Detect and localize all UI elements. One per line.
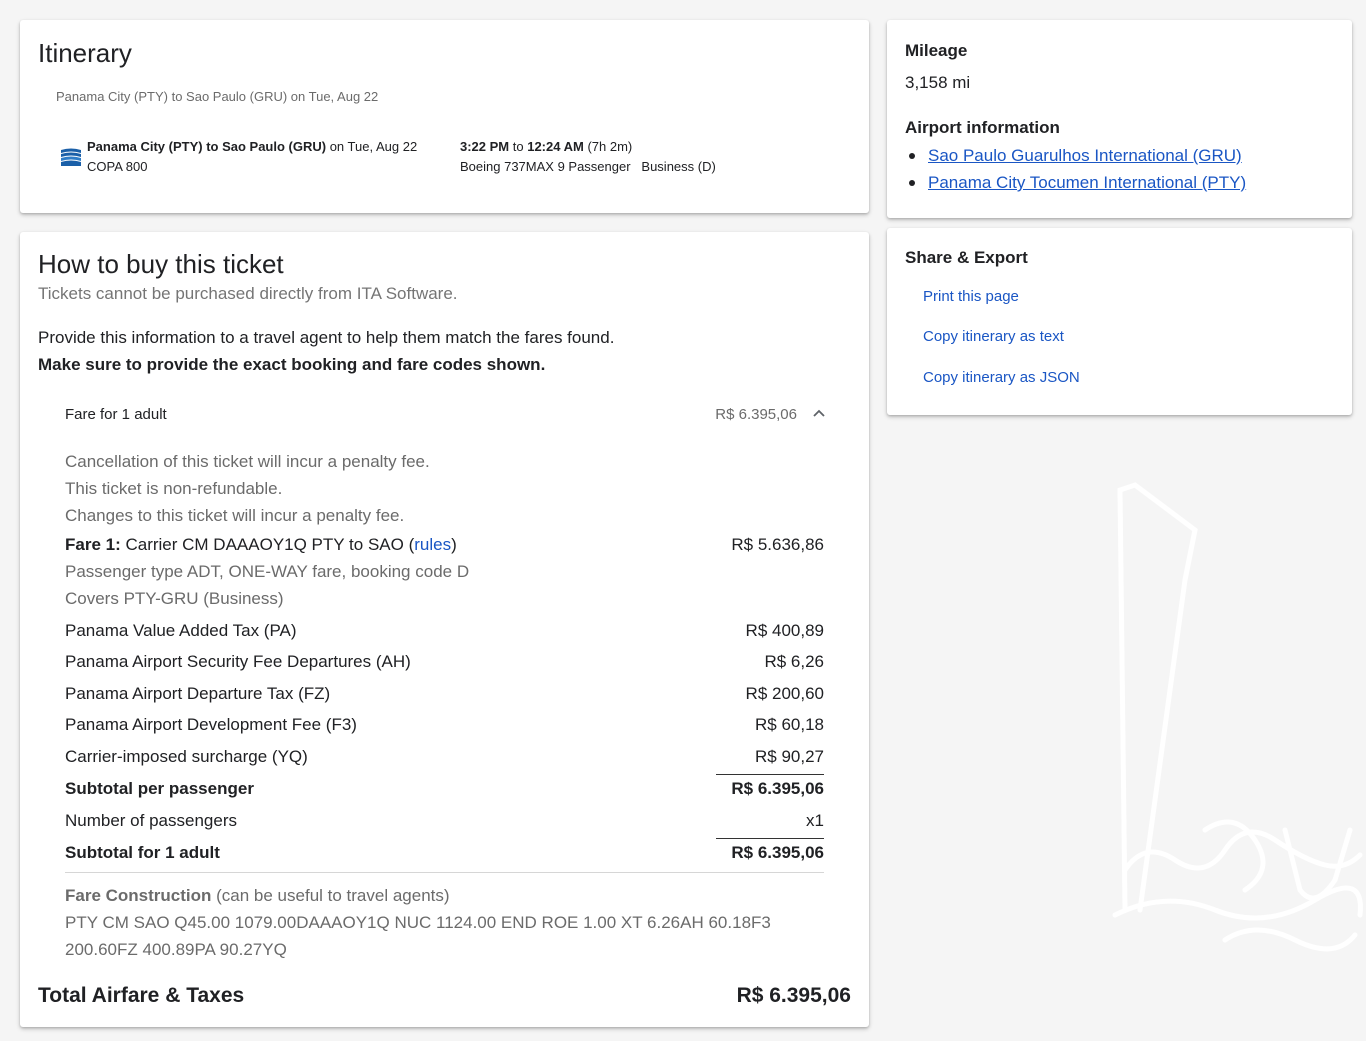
segment-route-cities: Panama City (PTY) to Sao Paulo (GRU) bbox=[87, 139, 327, 154]
share-export-title: Share & Export bbox=[905, 248, 1028, 267]
passenger-count-value: x1 bbox=[806, 811, 824, 830]
fare-construction-label: Fare Construction (can be useful to trav… bbox=[65, 886, 450, 906]
fare-construction-divider bbox=[65, 872, 824, 873]
airport-list: Sao Paulo Guarulhos International (GRU) … bbox=[905, 146, 1246, 200]
bullet-icon bbox=[909, 180, 915, 186]
segment-route-date: on Tue, Aug 22 bbox=[326, 139, 418, 154]
mileage-card: Mileage 3,158 mi Airport information Sao… bbox=[887, 20, 1352, 218]
fare-1-label-bold: Fare 1: bbox=[65, 535, 121, 554]
fare-construction-line-text: PTY CM SAO Q45.00 1079.00DAAAOY1Q NUC 11… bbox=[65, 913, 771, 932]
fare-rules-link[interactable]: rules bbox=[414, 535, 451, 554]
fare-header-amount[interactable]: R$ 6.395,06 bbox=[715, 406, 797, 423]
fare-construction-label-bold: Fare Construction bbox=[65, 886, 212, 905]
tax-label: Panama Airport Security Fee Departures (… bbox=[65, 652, 411, 671]
copa-airlines-logo-icon bbox=[60, 146, 82, 168]
subtotal-adult-amount: R$ 6.395,06 bbox=[731, 843, 824, 862]
chevron-up-icon[interactable] bbox=[812, 406, 826, 420]
fare-condition-text: Changes to this ticket will incur a pena… bbox=[65, 506, 405, 525]
airport-list-item: Panama City Tocumen International (PTY) bbox=[905, 173, 1246, 200]
how-to-buy-card: How to buy this ticket Tickets cannot be… bbox=[20, 232, 869, 1027]
airport-link-gru[interactable]: Sao Paulo Guarulhos International (GRU) bbox=[928, 146, 1242, 165]
fare-condition-text: Cancellation of this ticket will incur a… bbox=[65, 452, 430, 471]
segment-cabin: Business (D) bbox=[641, 159, 716, 174]
segment-depart-time: 3:22 PM bbox=[460, 139, 510, 154]
fare-1-label-text: Carrier CM DAAAOY1Q PTY to SAO ( bbox=[120, 535, 415, 554]
tax-amount: R$ 90,27 bbox=[755, 747, 824, 766]
segment-aircraft: Boeing 737MAX 9 Passenger bbox=[460, 159, 631, 174]
subtotal-per-passenger-amount: R$ 6.395,06 bbox=[731, 779, 824, 798]
fare-1-label-end: ) bbox=[451, 535, 457, 554]
how-to-buy-info: Provide this information to a travel age… bbox=[38, 328, 615, 347]
fare-1-detail-text: Passenger type ADT, ONE-WAY fare, bookin… bbox=[65, 562, 470, 581]
fare-1-label: Fare 1: Carrier CM DAAAOY1Q PTY to SAO (… bbox=[65, 535, 457, 555]
airport-link-pty[interactable]: Panama City Tocumen International (PTY) bbox=[928, 173, 1246, 192]
segment-flight-number: COPA 800 bbox=[87, 159, 148, 174]
subtotal-per-passenger-label: Subtotal per passenger bbox=[65, 779, 254, 798]
fare-header-label[interactable]: Fare for 1 adult bbox=[65, 406, 167, 423]
total-airfare-label: Total Airfare & Taxes bbox=[38, 984, 245, 1007]
segment-duration: (7h 2m) bbox=[583, 139, 633, 154]
segment-aircraft-cabin: Boeing 737MAX 9 Passenger Business (D) bbox=[460, 159, 716, 174]
tax-label: Panama Value Added Tax (PA) bbox=[65, 621, 297, 640]
passenger-count-label: Number of passengers bbox=[65, 811, 237, 830]
itinerary-card: Itinerary Panama City (PTY) to Sao Paulo… bbox=[20, 20, 869, 213]
fare-1-detail-text: Covers PTY-GRU (Business) bbox=[65, 589, 284, 608]
fare-1-amount: R$ 5.636,86 bbox=[731, 535, 824, 554]
how-to-buy-info-bold: Make sure to provide the exact booking a… bbox=[38, 355, 546, 374]
itinerary-route-summary: Panama City (PTY) to Sao Paulo (GRU) on … bbox=[56, 89, 379, 104]
how-to-buy-title: How to buy this ticket bbox=[38, 249, 284, 279]
tax-amount: R$ 60,18 bbox=[755, 715, 824, 734]
copy-json-link[interactable]: Copy itinerary as JSON bbox=[923, 369, 1080, 386]
fare-construction-line-text: 200.60FZ 400.89PA 90.27YQ bbox=[65, 940, 287, 959]
itinerary-title: Itinerary bbox=[38, 38, 132, 68]
segment-to-word: to bbox=[509, 139, 528, 154]
subtotal-adult-divider bbox=[716, 838, 824, 839]
subtotal-divider bbox=[716, 774, 824, 775]
segment-route: Panama City (PTY) to Sao Paulo (GRU) on … bbox=[87, 139, 417, 154]
tax-amount: R$ 200,60 bbox=[745, 684, 824, 703]
background-watermark-icon bbox=[1112, 482, 1363, 952]
airport-list-item: Sao Paulo Guarulhos International (GRU) bbox=[905, 146, 1246, 173]
copy-text-link[interactable]: Copy itinerary as text bbox=[923, 328, 1064, 345]
tax-label: Carrier-imposed surcharge (YQ) bbox=[65, 747, 308, 766]
tax-label: Panama Airport Departure Tax (FZ) bbox=[65, 684, 331, 703]
mileage-value: 3,158 mi bbox=[905, 73, 971, 92]
fare-construction-label-text: (can be useful to travel agents) bbox=[211, 886, 450, 905]
tax-amount: R$ 400,89 bbox=[745, 621, 824, 640]
how-to-buy-subtitle: Tickets cannot be purchased directly fro… bbox=[38, 284, 458, 303]
print-page-link[interactable]: Print this page bbox=[923, 288, 1019, 305]
bullet-icon bbox=[909, 153, 915, 159]
segment-arrive-time: 12:24 AM bbox=[527, 139, 584, 154]
subtotal-adult-label: Subtotal for 1 adult bbox=[65, 843, 220, 862]
segment-times: 3:22 PM to 12:24 AM (7h 2m) bbox=[460, 139, 632, 154]
share-export-card: Share & Export Print this page Copy itin… bbox=[887, 228, 1352, 415]
tax-label: Panama Airport Development Fee (F3) bbox=[65, 715, 357, 734]
airport-info-title: Airport information bbox=[905, 118, 1060, 137]
tax-amount: R$ 6,26 bbox=[764, 652, 824, 671]
mileage-title: Mileage bbox=[905, 41, 968, 60]
fare-condition-text: This ticket is non-refundable. bbox=[65, 479, 283, 498]
total-airfare-amount: R$ 6.395,06 bbox=[736, 984, 851, 1007]
